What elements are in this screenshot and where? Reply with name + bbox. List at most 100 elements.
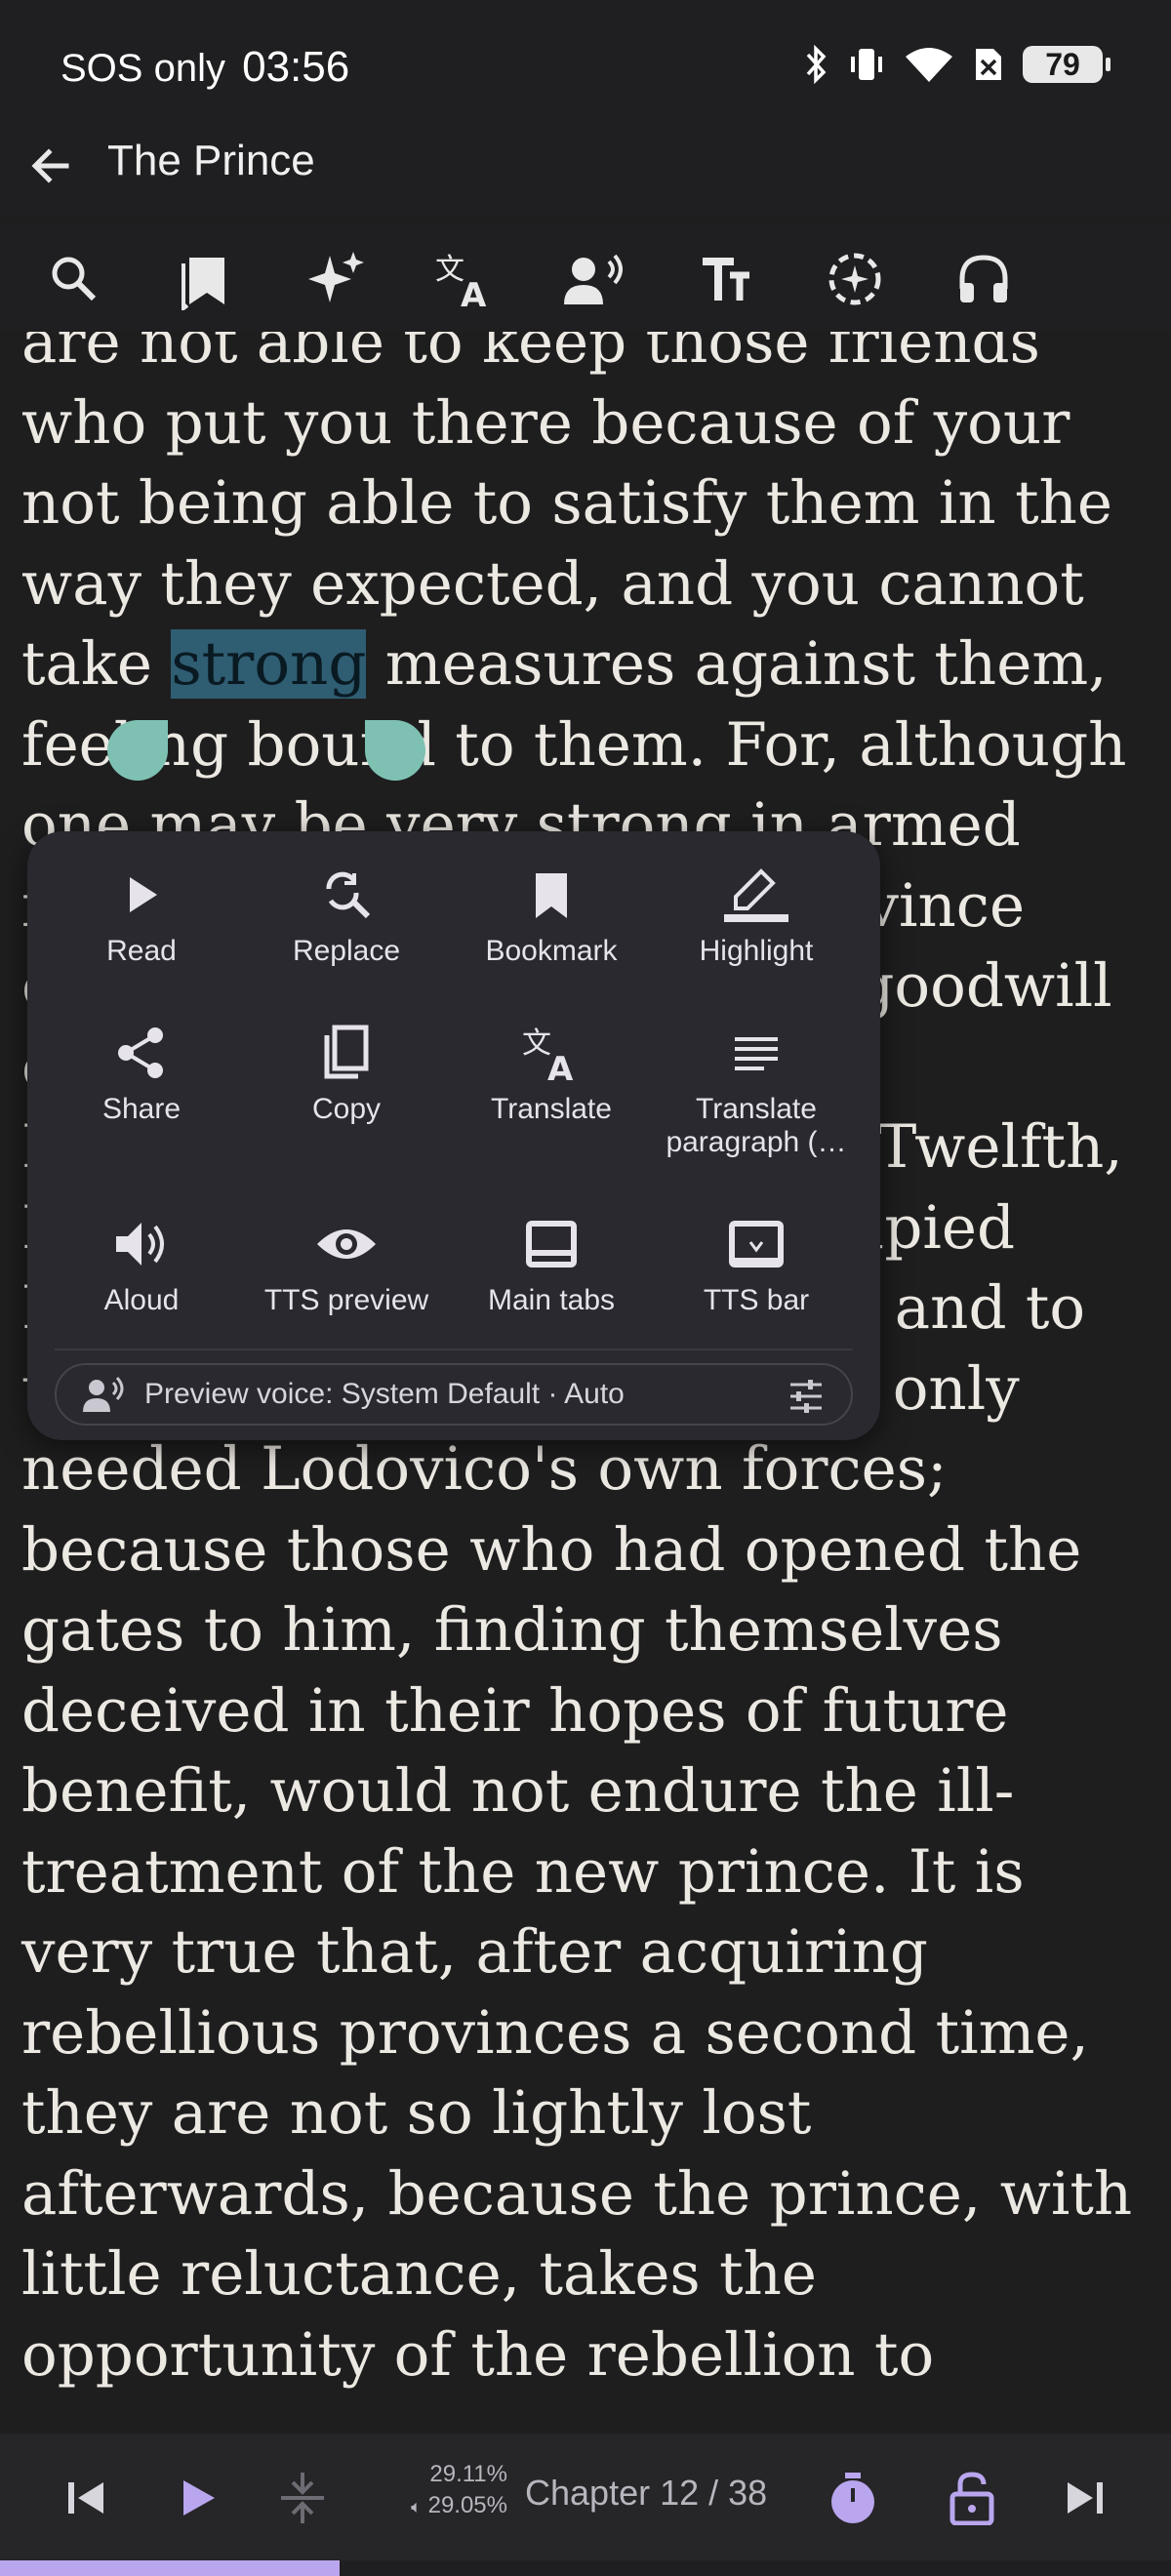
copy-button[interactable]: Copy [244, 1019, 449, 1126]
replace-label: Replace [292, 935, 401, 967]
tts-bar-button[interactable]: TTS bar [654, 1210, 859, 1317]
main-tabs-label: Main tabs [487, 1284, 616, 1316]
bookmarks-button[interactable] [168, 242, 242, 316]
previous-chapter-button[interactable] [55, 2467, 117, 2529]
tune-icon [790, 1380, 822, 1413]
bookmark-icon [536, 873, 567, 918]
ai-button[interactable] [299, 242, 373, 316]
svg-text:A: A [461, 276, 487, 310]
translate-word-button[interactable]: 文A Translate [449, 1019, 654, 1126]
autoscroll-button[interactable] [818, 242, 892, 316]
wifi-icon [906, 48, 952, 82]
ai-sparkle-icon [308, 252, 364, 302]
book-title: The Prince [107, 137, 315, 184]
translate-button[interactable]: 文A [427, 242, 502, 316]
play-button[interactable] [166, 2467, 228, 2529]
reading-progress-fill [0, 2560, 340, 2576]
vertical-align-center-icon [281, 2473, 324, 2523]
tts-bar-label: TTS bar [703, 1284, 810, 1316]
skip-next-icon [1068, 2482, 1103, 2514]
text-line: they are not so lightly lost [21, 2078, 812, 2148]
bookmark-button[interactable]: Bookmark [449, 861, 654, 968]
svg-text:A: A [547, 1050, 574, 1084]
paragraph-icon [735, 1037, 778, 1070]
back-arrow-icon [31, 148, 69, 183]
bookmarks-icon [182, 258, 224, 310]
play-icon [183, 2480, 215, 2516]
sync-position-button[interactable] [271, 2467, 334, 2529]
text-line: who put you there because of your [21, 387, 1070, 458]
eye-icon [317, 1229, 376, 1259]
text-size-button[interactable] [687, 242, 761, 316]
headphones-icon [959, 255, 1008, 302]
translate-paragraph-button[interactable]: Translate paragraph (… [654, 1019, 859, 1159]
highlight-label: Highlight [699, 935, 814, 967]
bookmark-label: Bookmark [485, 935, 618, 967]
reader-toolbar: 文A [0, 224, 1171, 332]
text-line: rebellious provinces a second time, [21, 1997, 1089, 2068]
text-line: gates to him, finding themselves [21, 1595, 1003, 1665]
voice-button[interactable] [558, 242, 632, 316]
listen-button[interactable] [947, 242, 1021, 316]
tts-preview-button[interactable]: TTS preview [244, 1210, 449, 1317]
replace-button[interactable]: Replace [244, 861, 449, 968]
preview-voice-chip[interactable]: Preview voice: System Default · Auto [55, 1363, 853, 1426]
search-icon [52, 257, 97, 302]
aloud-button[interactable]: Aloud [39, 1210, 244, 1317]
carrier-text: SOS only [61, 47, 225, 90]
bluetooth-icon [806, 45, 827, 84]
status-left: SOS only 03:56 [61, 43, 349, 92]
share-label: Share [101, 1093, 182, 1125]
text-line: afterwards, because the prince, with [21, 2158, 1133, 2229]
selection-end-handle[interactable] [365, 720, 425, 781]
read-button[interactable]: Read [39, 861, 244, 968]
status-icons: 79 [804, 45, 1110, 84]
copy-label: Copy [311, 1093, 382, 1125]
highlight-button[interactable]: Highlight [654, 861, 859, 968]
search-button[interactable] [37, 242, 111, 316]
lock-button[interactable] [941, 2467, 1003, 2529]
text-line: benefit, would not endure the ill- [21, 1756, 1015, 1826]
preview-voice-label: Preview voice: System Default · Auto [144, 1378, 625, 1410]
battery-indicator: 79 [1023, 46, 1110, 83]
share-icon [118, 1027, 163, 1078]
translate-paragraph-label: Translate paragraph (… [666, 1093, 847, 1158]
sleep-timer-button[interactable] [822, 2467, 884, 2529]
text-before-selection: take [21, 629, 172, 699]
timer-icon [831, 2473, 874, 2523]
tts-bar-icon [729, 1221, 784, 1268]
text-line: needed Lodovico's own forces; [21, 1434, 948, 1504]
read-label: Read [106, 935, 177, 967]
text-line: treatment of the new prince. It is [21, 1836, 1025, 1907]
vibrate-icon [851, 49, 882, 80]
read-percent: 29.11% [429, 2461, 507, 2487]
clock: 03:56 [242, 43, 350, 91]
reading-progress-bar [0, 2560, 1171, 2576]
progress-percentages: 29.11% 🔈︎ 29.05% [379, 2459, 507, 2522]
text-line: because those who had opened the [21, 1514, 1082, 1585]
selection-menu: Read Replace Bookmark Highlight Share Co… [27, 831, 880, 1440]
find-replace-icon [326, 871, 371, 919]
text-after-selection: measures against them, [366, 629, 1108, 699]
bottom-controls: 29.11% 🔈︎ 29.05% Chapter 12 / 38 [0, 2434, 1171, 2560]
tts-preview-label: TTS preview [263, 1284, 429, 1316]
no-sim-icon [976, 49, 1001, 80]
lock-open-icon [949, 2472, 994, 2525]
back-button[interactable] [20, 135, 82, 197]
text-line: deceived in their hopes of future [21, 1675, 1009, 1746]
speaker-small-icon: 🔈︎ [411, 2497, 422, 2516]
selected-word[interactable]: strong [171, 629, 367, 699]
text-line: are not able to keep those friends [21, 332, 1040, 377]
selection-start-handle[interactable] [107, 720, 168, 781]
translate-icon: 文A [435, 253, 487, 310]
text-size-icon [703, 258, 749, 301]
copy-icon [324, 1025, 369, 1079]
main-tabs-button[interactable]: Main tabs [449, 1210, 654, 1317]
skip-previous-icon [68, 2482, 103, 2514]
chapter-indicator[interactable]: Chapter 12 / 38 [525, 2473, 767, 2514]
status-bar: SOS only 03:56 79 [0, 0, 1171, 137]
autoscroll-icon [828, 253, 881, 305]
tabs-icon [526, 1221, 577, 1268]
share-button[interactable]: Share [39, 1019, 244, 1126]
next-chapter-button[interactable] [1054, 2467, 1116, 2529]
